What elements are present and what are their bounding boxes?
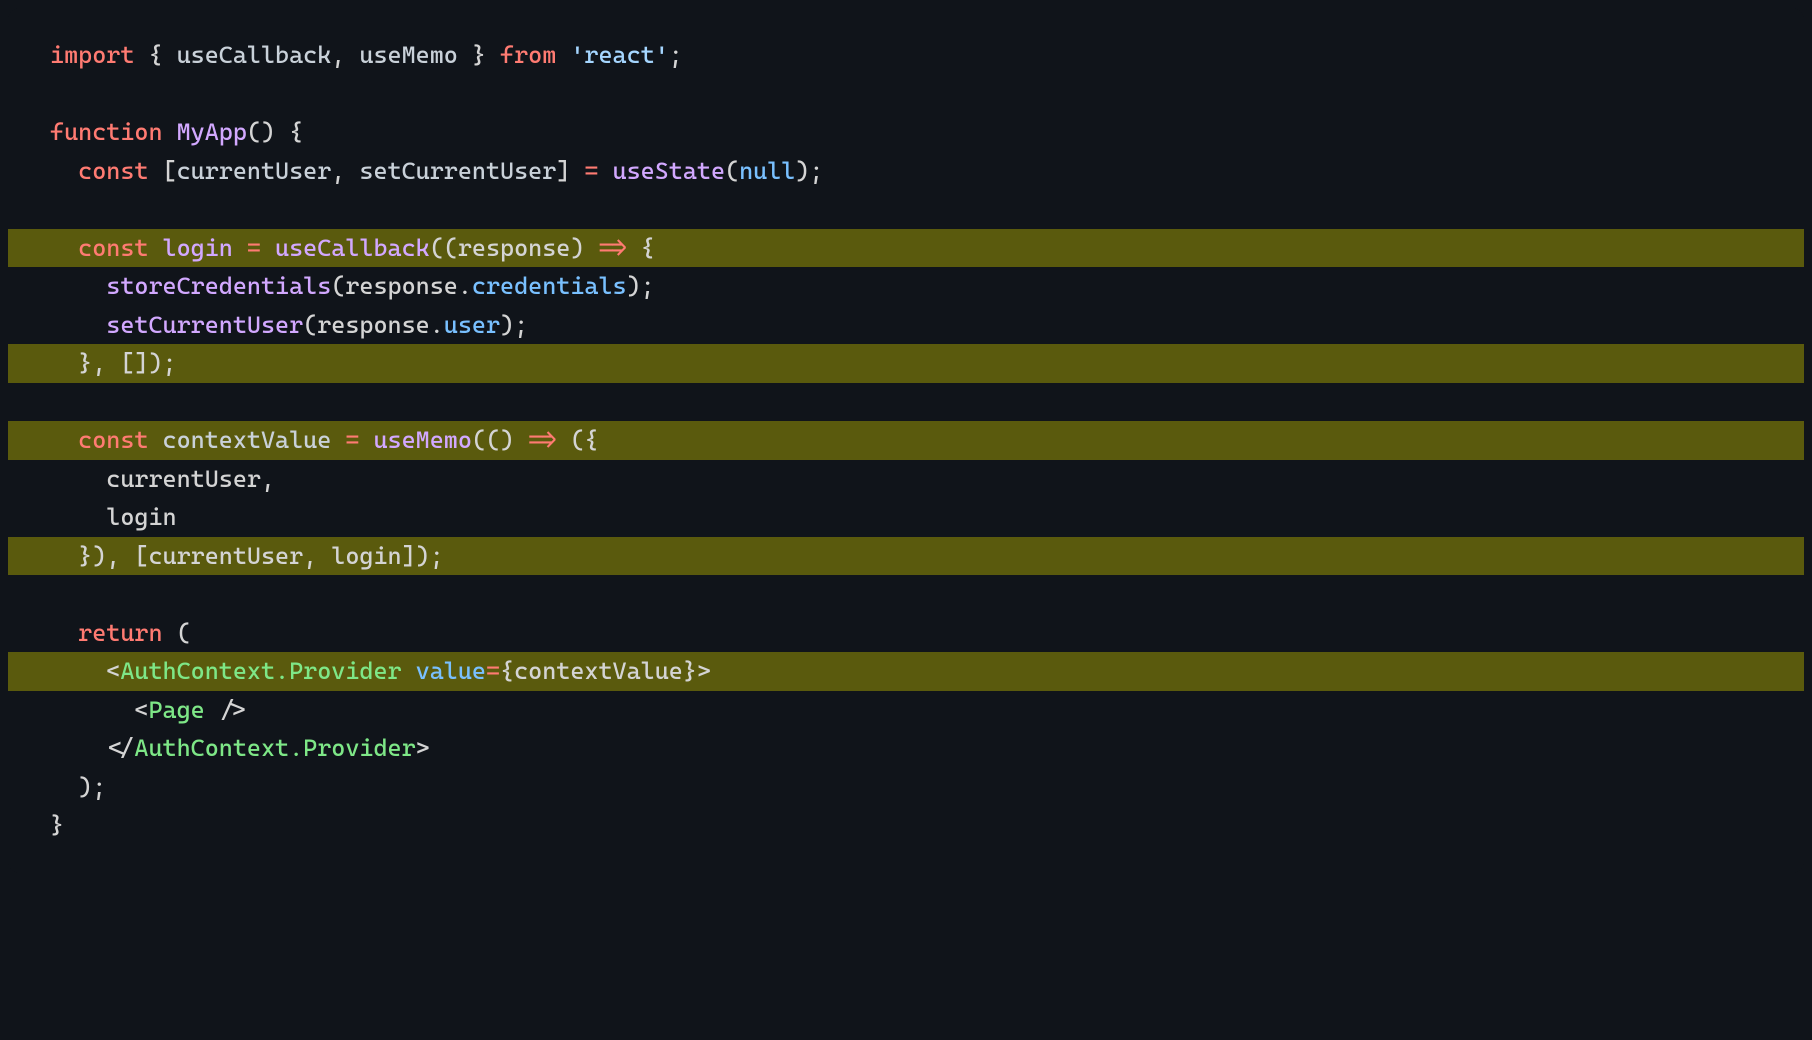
- keyword-const: const: [78, 152, 148, 190]
- code-line-highlighted: <AuthContext.Provider value={contextValu…: [8, 652, 1804, 691]
- code-line-highlighted: }), [currentUser, login]);: [8, 537, 1804, 576]
- code-line: return (: [8, 614, 1804, 653]
- keyword-const: const: [78, 229, 148, 267]
- keyword-const: const: [78, 421, 148, 459]
- keyword-from: from: [500, 36, 556, 74]
- jsx-attribute: value: [416, 652, 486, 690]
- code-line: setCurrentUser(response.user);: [8, 306, 1804, 345]
- code-line: );: [8, 768, 1804, 807]
- code-line: }: [8, 806, 1804, 845]
- code-line: </AuthContext.Provider>: [8, 729, 1804, 768]
- code-block: import { useCallback, useMemo } from 're…: [8, 8, 1804, 873]
- function-call: useMemo: [373, 421, 471, 459]
- code-line: const [currentUser, setCurrentUser] = us…: [8, 152, 1804, 191]
- function-call: setCurrentUser: [106, 306, 303, 344]
- code-line-blank: [8, 383, 1804, 422]
- code-line: function MyApp() {: [8, 113, 1804, 152]
- keyword-return: return: [78, 614, 162, 652]
- code-line-highlighted: }, []);: [8, 344, 1804, 383]
- function-call: storeCredentials: [106, 267, 331, 305]
- code-line: login: [8, 498, 1804, 537]
- string-literal: 'react': [570, 36, 668, 74]
- code-line: currentUser,: [8, 460, 1804, 499]
- property: credentials: [472, 267, 627, 305]
- jsx-tag: AuthContext.Provider: [120, 652, 401, 690]
- function-call: useState: [613, 152, 726, 190]
- jsx-tag: AuthContext.Provider: [134, 729, 415, 767]
- code-line-blank: [8, 190, 1804, 229]
- function-call: useCallback: [275, 229, 430, 267]
- code-line-blank: [8, 575, 1804, 614]
- property: user: [444, 306, 500, 344]
- null-literal: null: [739, 152, 795, 190]
- keyword-function: function: [50, 113, 163, 151]
- function-name: MyApp: [177, 113, 247, 151]
- code-line: import { useCallback, useMemo } from 're…: [8, 36, 1804, 75]
- code-line: <Page />: [8, 691, 1804, 730]
- jsx-tag: Page: [148, 691, 204, 729]
- code-line-blank: [8, 75, 1804, 114]
- keyword-import: import: [50, 36, 134, 74]
- code-line-highlighted: const login = useCallback((response) => …: [8, 229, 1804, 268]
- code-line-highlighted: const contextValue = useMemo(() => ({: [8, 421, 1804, 460]
- code-line: storeCredentials(response.credentials);: [8, 267, 1804, 306]
